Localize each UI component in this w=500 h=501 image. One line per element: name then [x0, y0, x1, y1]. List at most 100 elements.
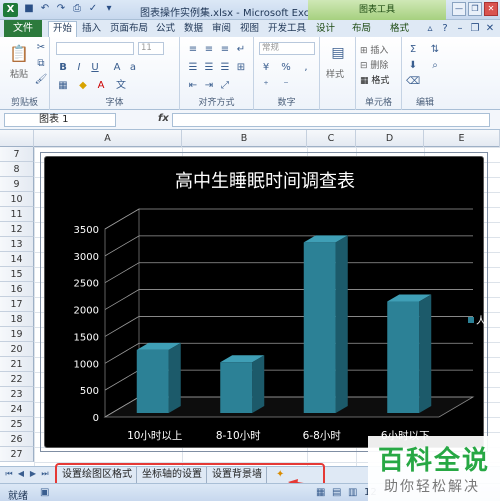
insert-function-icon[interactable]: fx: [158, 113, 169, 124]
print-preview-icon[interactable]: ⎙: [70, 2, 84, 16]
doc-restore-icon[interactable]: ❐: [469, 23, 481, 34]
find-select-icon[interactable]: ⌕: [428, 59, 442, 73]
underline-icon[interactable]: U: [88, 61, 102, 75]
paste-icon[interactable]: 📋: [8, 43, 30, 65]
styles-icon[interactable]: ▤: [328, 43, 348, 63]
row-header[interactable]: 14: [0, 252, 34, 267]
row-header[interactable]: 19: [0, 327, 34, 342]
merge-cells-icon[interactable]: ⊞: [234, 61, 248, 75]
page-break-view-icon[interactable]: ▥: [348, 487, 357, 498]
row-header[interactable]: 26: [0, 432, 34, 447]
align-middle-icon[interactable]: ≡: [202, 43, 216, 57]
row-header[interactable]: 8: [0, 162, 34, 177]
format-cells-button[interactable]: ▦ 格式: [360, 73, 389, 86]
close-icon[interactable]: ✕: [484, 2, 498, 16]
first-sheet-icon[interactable]: ⏮: [4, 469, 14, 479]
next-sheet-icon[interactable]: ▶: [28, 469, 38, 479]
name-box[interactable]: 图表 1: [4, 113, 116, 127]
column-header-a[interactable]: A: [34, 130, 182, 147]
minimize-icon[interactable]: —: [452, 2, 466, 16]
delete-cells-button[interactable]: ⊟ 删除: [360, 58, 388, 71]
tab-view[interactable]: 视图: [240, 22, 259, 37]
tab-format[interactable]: 格式: [390, 22, 409, 37]
row-header[interactable]: 24: [0, 402, 34, 417]
save-icon[interactable]: ■: [22, 2, 36, 16]
prev-sheet-icon[interactable]: ◀: [16, 469, 26, 479]
select-all-corner[interactable]: [0, 130, 34, 147]
paste-label[interactable]: 粘贴: [10, 67, 28, 80]
italic-icon[interactable]: I: [72, 61, 86, 75]
row-header[interactable]: 17: [0, 297, 34, 312]
tab-review[interactable]: 审阅: [212, 22, 231, 37]
tab-insert[interactable]: 插入: [82, 22, 101, 37]
page-layout-view-icon[interactable]: ▤: [332, 487, 341, 498]
row-header[interactable]: 12: [0, 222, 34, 237]
tab-layout[interactable]: 布局: [352, 22, 371, 37]
row-header[interactable]: 16: [0, 282, 34, 297]
font-size-combo[interactable]: 11: [138, 42, 164, 55]
clear-icon[interactable]: ⌫: [406, 75, 420, 89]
tab-design[interactable]: 设计: [316, 22, 335, 37]
autosum-icon[interactable]: Σ: [406, 43, 420, 57]
column-header-b[interactable]: B: [182, 130, 307, 147]
row-header[interactable]: 11: [0, 207, 34, 222]
doc-close-icon[interactable]: ✕: [484, 23, 496, 34]
grow-font-icon[interactable]: A: [110, 61, 124, 75]
tab-data[interactable]: 数据: [184, 22, 203, 37]
phonetic-icon[interactable]: 文: [114, 79, 128, 93]
percent-icon[interactable]: %: [279, 61, 293, 75]
tab-home[interactable]: 开始: [48, 21, 78, 37]
minimize-ribbon-icon[interactable]: ▵: [424, 23, 436, 34]
row-header[interactable]: 21: [0, 357, 34, 372]
fill-icon[interactable]: ⬇: [406, 59, 420, 73]
font-name-combo[interactable]: [56, 42, 134, 55]
macro-record-icon[interactable]: ▣: [40, 487, 49, 498]
help-icon[interactable]: ?: [439, 23, 451, 34]
row-header[interactable]: 22: [0, 372, 34, 387]
cut-icon[interactable]: ✂: [34, 41, 48, 55]
increase-decimal-icon[interactable]: ⁺: [259, 79, 273, 93]
increase-indent-icon[interactable]: ⇥: [202, 79, 216, 93]
row-header[interactable]: 27: [0, 447, 34, 462]
row-header[interactable]: 20: [0, 342, 34, 357]
column-header-d[interactable]: D: [356, 130, 424, 147]
column-header-e[interactable]: E: [424, 130, 500, 147]
decrease-decimal-icon[interactable]: ⁻: [279, 79, 293, 93]
number-format-combo[interactable]: 常规: [259, 42, 315, 55]
chart-area[interactable]: 高中生睡眠时间调查表 0 500 1000 1500 2000 2500 3000 3500 10…: [44, 156, 485, 448]
align-top-icon[interactable]: ≡: [186, 43, 200, 57]
column-header-c[interactable]: C: [307, 130, 356, 147]
formula-input[interactable]: [172, 113, 490, 127]
row-header[interactable]: 18: [0, 312, 34, 327]
tab-file[interactable]: 文件: [4, 20, 42, 37]
align-left-icon[interactable]: ☰: [186, 61, 200, 75]
row-header[interactable]: 15: [0, 267, 34, 282]
border-icon[interactable]: ▦: [56, 79, 70, 93]
decrease-indent-icon[interactable]: ⇤: [186, 79, 200, 93]
row-header[interactable]: 13: [0, 237, 34, 252]
insert-cells-button[interactable]: ⊞ 插入: [360, 43, 388, 56]
undo-icon[interactable]: ↶: [38, 2, 52, 16]
excel-logo-icon[interactable]: X: [3, 3, 18, 17]
comma-style-icon[interactable]: ,: [299, 61, 313, 75]
format-painter-icon[interactable]: 🖌: [34, 73, 48, 87]
wrap-text-icon[interactable]: ↵: [234, 43, 248, 57]
align-right-icon[interactable]: ☰: [218, 61, 232, 75]
doc-minimize-icon[interactable]: –: [454, 23, 466, 34]
align-center-icon[interactable]: ☰: [202, 61, 216, 75]
font-color-icon[interactable]: A: [94, 79, 108, 93]
restore-icon[interactable]: ❐: [468, 2, 482, 16]
normal-view-icon[interactable]: ▦: [316, 487, 325, 498]
row-header[interactable]: 7: [0, 147, 34, 162]
tab-formulas[interactable]: 公式: [156, 22, 175, 37]
row-header[interactable]: 25: [0, 417, 34, 432]
sort-filter-icon[interactable]: ⇅: [428, 43, 442, 57]
tab-developer[interactable]: 开发工具: [268, 22, 306, 37]
tab-page-layout[interactable]: 页面布局: [110, 22, 148, 37]
currency-icon[interactable]: ¥: [259, 61, 273, 75]
align-bottom-icon[interactable]: ≡: [218, 43, 232, 57]
bold-icon[interactable]: B: [56, 61, 70, 75]
customize-qat-icon[interactable]: ▾: [102, 2, 116, 16]
row-header[interactable]: 10: [0, 192, 34, 207]
fill-color-icon[interactable]: ◆: [76, 79, 90, 93]
